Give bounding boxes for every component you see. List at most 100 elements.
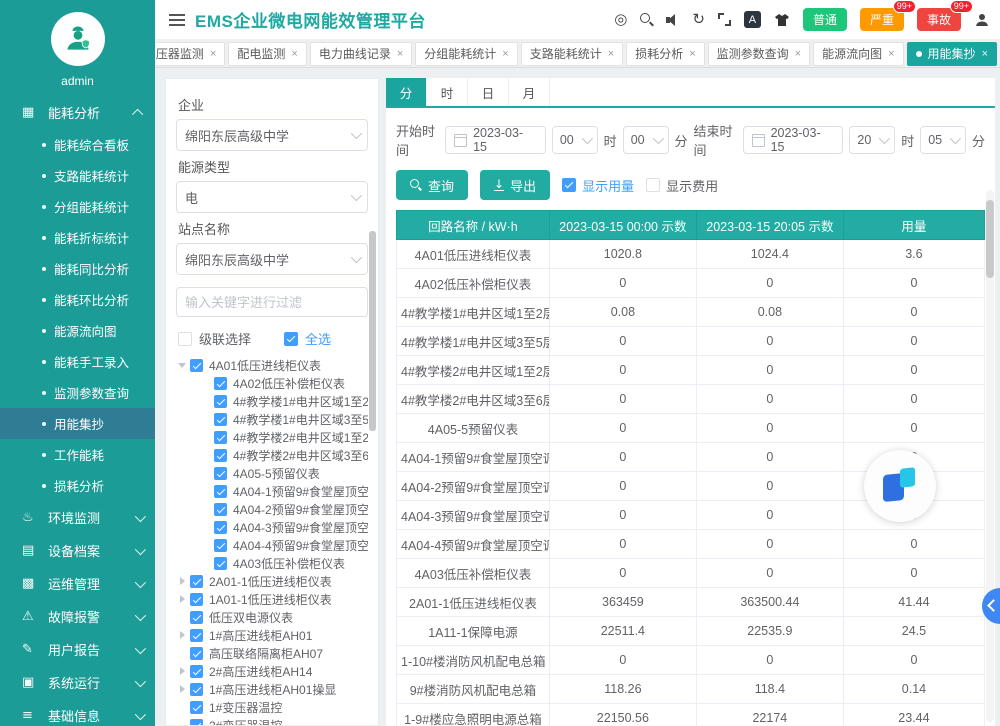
start-minute-select[interactable]: 00: [623, 126, 669, 154]
tree-item[interactable]: 4#教学楼2#电井区域3至6层动力仪表: [176, 446, 368, 464]
tree-item[interactable]: 4A01低压进线柜仪表: [176, 356, 368, 374]
tree-checkbox[interactable]: [214, 539, 227, 552]
sidebar-item[interactable]: 用能集抄: [0, 408, 155, 439]
alarm-badge-severe[interactable]: 严重 99+: [860, 8, 904, 31]
tab-close-icon[interactable]: ×: [397, 48, 403, 60]
export-button[interactable]: ↓ 导出: [480, 170, 550, 200]
tree-expander[interactable]: [176, 595, 188, 603]
tree-expander[interactable]: [176, 631, 188, 639]
show-usage-toggle[interactable]: 显示用量: [562, 176, 634, 195]
station-select[interactable]: 绵阳东辰高级中学: [176, 243, 368, 275]
workspace-tab[interactable]: 能源流向图×: [813, 42, 903, 66]
sidebar-item[interactable]: 能耗折标统计: [0, 222, 155, 253]
tree-checkbox[interactable]: [214, 449, 227, 462]
tree-checkbox[interactable]: [214, 557, 227, 570]
tree-expander[interactable]: [176, 667, 188, 675]
fullscreen-icon[interactable]: [718, 13, 731, 26]
tab-close-icon[interactable]: ×: [608, 48, 614, 60]
period-tab[interactable]: 月: [509, 78, 550, 106]
tab-close-icon[interactable]: ×: [291, 48, 297, 60]
tree-checkbox[interactable]: [190, 665, 203, 678]
workspace-tab[interactable]: 分组能耗统计×: [415, 42, 517, 66]
tab-close-icon[interactable]: ×: [982, 48, 988, 60]
period-tab[interactable]: 分: [386, 78, 427, 106]
tree-checkbox[interactable]: [190, 575, 203, 588]
help-target-icon[interactable]: ◎: [614, 12, 627, 27]
tree-item[interactable]: 4A05-5预留仪表: [176, 464, 368, 482]
tab-close-icon[interactable]: ×: [888, 48, 894, 60]
tab-close-icon[interactable]: ×: [689, 48, 695, 60]
tree-item[interactable]: 4A04-1预留9#食堂屋顶空调机组仪表: [176, 482, 368, 500]
sidebar-group[interactable]: ≡基础信息: [0, 699, 155, 726]
table-scrollbar-thumb[interactable]: [986, 200, 994, 278]
end-hour-select[interactable]: 20: [849, 126, 895, 154]
end-date-input[interactable]: 2023-03-15: [743, 126, 844, 154]
workspace-tab[interactable]: 用能集抄×: [907, 42, 997, 66]
workspace-tab[interactable]: 配电监测×: [228, 42, 306, 66]
tree-expander[interactable]: [176, 363, 188, 368]
tree-item[interactable]: 1#高压进线柜AH01: [176, 626, 368, 644]
tree-checkbox[interactable]: [214, 395, 227, 408]
sidebar-item[interactable]: 能耗手工录入: [0, 346, 155, 377]
tree-checkbox[interactable]: [190, 701, 203, 714]
tree-checkbox[interactable]: [190, 611, 203, 624]
table-scrollbar-track[interactable]: [986, 190, 994, 722]
tree-item[interactable]: 2A01-1低压进线柜仪表: [176, 572, 368, 590]
sidebar-item[interactable]: 能耗同比分析: [0, 253, 155, 284]
tree-item[interactable]: 1A01-1低压进线柜仪表: [176, 590, 368, 608]
user-icon[interactable]: [974, 12, 990, 28]
tree-item[interactable]: 1#变压器温控: [176, 698, 368, 716]
workspace-tab[interactable]: 电力曲线记录×: [310, 42, 412, 66]
sidebar-group[interactable]: ♨环境监测: [0, 501, 155, 534]
sidebar-group[interactable]: ✎用户报告: [0, 633, 155, 666]
sidebar-item[interactable]: 能源流向图: [0, 315, 155, 346]
sidebar-item[interactable]: 分组能耗统计: [0, 191, 155, 222]
show-cost-toggle[interactable]: 显示费用: [646, 176, 718, 195]
tree-checkbox[interactable]: [190, 683, 203, 696]
tree-item[interactable]: 低压双电源仪表: [176, 608, 368, 626]
sidebar-group[interactable]: ▦能耗分析: [0, 96, 155, 129]
sidebar-item[interactable]: 工作能耗: [0, 439, 155, 470]
sidebar-group[interactable]: ▩运维管理: [0, 567, 155, 600]
sidebar-item[interactable]: 损耗分析: [0, 470, 155, 501]
menu-toggle-icon[interactable]: [169, 14, 185, 26]
sidebar-item[interactable]: 能耗综合看板: [0, 129, 155, 160]
tree-checkbox[interactable]: [190, 359, 203, 372]
tree-item[interactable]: 高压联络隔离柜AH07: [176, 644, 368, 662]
tree-item[interactable]: 4A04-2预留9#食堂屋顶空调机组仪表: [176, 500, 368, 518]
tree-item[interactable]: 2#变压器温控: [176, 716, 368, 726]
tree-checkbox[interactable]: [190, 629, 203, 642]
tree-checkbox[interactable]: [214, 503, 227, 516]
cascade-checkbox[interactable]: [178, 332, 192, 346]
tab-close-icon[interactable]: ×: [210, 48, 216, 60]
sidebar-group[interactable]: ⚠故障报警: [0, 600, 155, 633]
search-icon[interactable]: [640, 13, 653, 26]
tab-close-icon[interactable]: ×: [502, 48, 508, 60]
tree-checkbox[interactable]: [214, 377, 227, 390]
tree-item[interactable]: 4#教学楼2#电井区域1至2层动力仪表: [176, 428, 368, 446]
tree-checkbox[interactable]: [214, 431, 227, 444]
workspace-tab[interactable]: 支路能耗统计×: [521, 42, 623, 66]
workspace-tab[interactable]: 损耗分析×: [626, 42, 704, 66]
alarm-badge-normal[interactable]: 普通: [803, 8, 847, 31]
tree-item[interactable]: 4A02低压补偿柜仪表: [176, 374, 368, 392]
end-minute-select[interactable]: 05: [920, 126, 966, 154]
energy-type-select[interactable]: 电: [176, 181, 368, 213]
query-button[interactable]: 查询: [396, 170, 468, 200]
start-hour-select[interactable]: 00: [552, 126, 598, 154]
show-cost-checkbox[interactable]: [646, 178, 660, 192]
period-tab[interactable]: 时: [427, 78, 468, 106]
workspace-tab[interactable]: 监测参数查询×: [708, 42, 810, 66]
speaker-icon[interactable]: [666, 14, 679, 26]
language-icon[interactable]: A: [744, 11, 761, 28]
tree-checkbox[interactable]: [214, 413, 227, 426]
enterprise-select[interactable]: 绵阳东辰高级中学: [176, 119, 368, 151]
tree-scrollbar[interactable]: [369, 231, 376, 431]
tree-item[interactable]: 4A03低压补偿柜仪表: [176, 554, 368, 572]
tree-checkbox[interactable]: [214, 485, 227, 498]
sidebar-item[interactable]: 支路能耗统计: [0, 160, 155, 191]
refresh-icon[interactable]: ↻: [692, 12, 705, 27]
tree-item[interactable]: 4#教学楼1#电井区域3至5层动力仪表: [176, 410, 368, 428]
theme-shirt-icon[interactable]: [774, 13, 790, 27]
tree-checkbox[interactable]: [190, 719, 203, 726]
